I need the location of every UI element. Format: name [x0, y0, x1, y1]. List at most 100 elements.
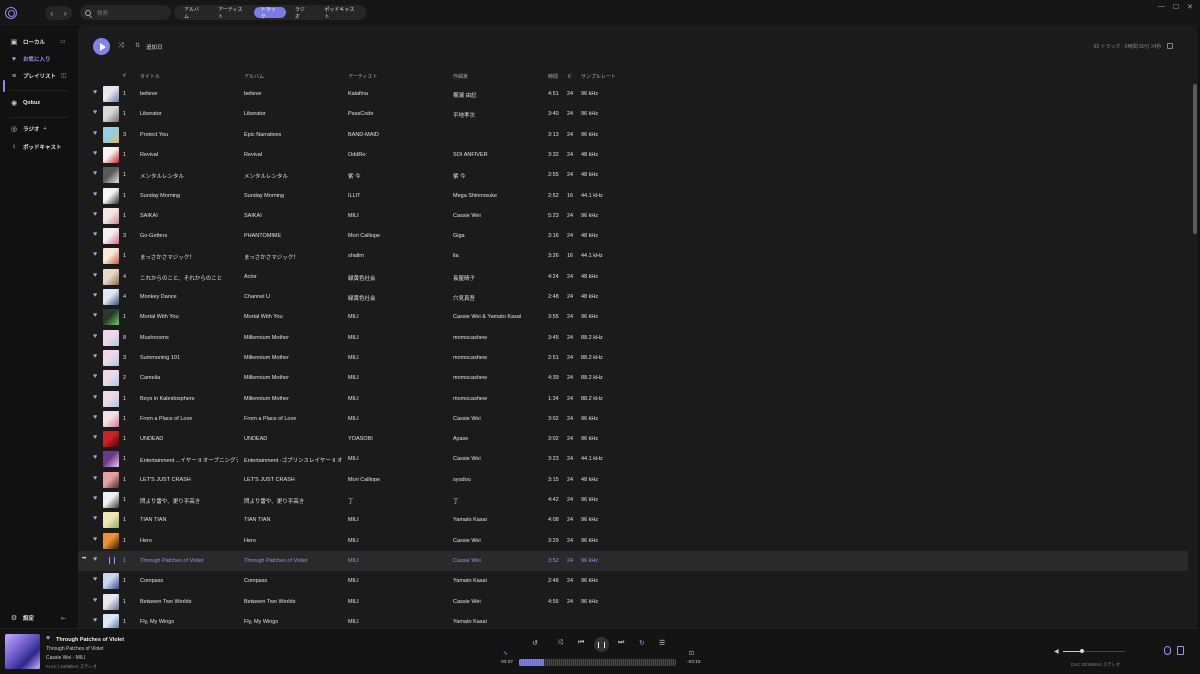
- track-artist[interactable]: MILI: [348, 538, 446, 544]
- favorite-heart-icon[interactable]: [93, 272, 99, 280]
- sidebar-item-playlists[interactable]: ≡ プレイリスト: [10, 72, 56, 81]
- folder-add-icon[interactable]: ▭: [60, 38, 66, 45]
- track-row[interactable]: 1メンタルレンタルメンタルレンタル紫 今紫 今2:552448 kHz: [78, 165, 1188, 185]
- tab-3[interactable]: ラジオ: [288, 7, 316, 20]
- select-icon[interactable]: [1167, 43, 1173, 49]
- tab-2[interactable]: トラック: [253, 7, 286, 20]
- sidebar-item-podcasts[interactable]: ♮ ポッドキャスト: [10, 143, 62, 151]
- output-device-icon[interactable]: [1177, 646, 1184, 655]
- more-options-icon[interactable]: •••: [82, 556, 86, 562]
- close-icon[interactable]: ✕: [1187, 3, 1193, 11]
- track-artist[interactable]: 緑黄色社会: [348, 274, 446, 282]
- next-track-icon[interactable]: ⏭: [618, 639, 624, 647]
- radio-add-icon[interactable]: +: [43, 126, 46, 132]
- track-row[interactable]: 1閃より雷や、更り乎高き閃より雷や、更り乎高き丁丁4:422496 kHz: [78, 490, 1188, 510]
- sort-icon[interactable]: ⇅: [135, 42, 140, 49]
- track-artist[interactable]: Kalafina: [348, 91, 446, 97]
- scrollbar-thumb[interactable]: [1193, 84, 1197, 234]
- lock-icon[interactable]: [1164, 646, 1171, 655]
- favorite-heart-icon[interactable]: [93, 536, 99, 544]
- favorite-heart-icon[interactable]: [93, 353, 99, 361]
- track-artist[interactable]: MILI: [348, 619, 446, 625]
- track-row[interactable]: 4 Monkey Dance Channel U 緑黄色社会 穴見真吾 2:48 24 48 …: [78, 287, 1188, 307]
- previous-track-icon[interactable]: ⏮: [578, 639, 584, 647]
- track-row[interactable]: ••• 1 Through Patches of Violet Through Pat…: [78, 550, 1188, 572]
- favorite-heart-icon[interactable]: [93, 251, 99, 259]
- favorite-heart-icon[interactable]: ♥: [46, 635, 50, 642]
- favorite-heart-icon[interactable]: [93, 109, 99, 117]
- track-album[interactable]: Mortal With You: [244, 314, 342, 320]
- track-album[interactable]: まっさかさマジック！: [244, 253, 342, 261]
- track-row[interactable]: 1 TIAN TIAN TIAN TIAN MILI Yamato Kasai 4:08 2…: [78, 510, 1188, 530]
- favorite-heart-icon[interactable]: [93, 556, 99, 564]
- tab-4[interactable]: ポッドキャスト: [317, 7, 363, 20]
- track-row[interactable]: 1 SAIKAI SAIKAI MILI Cassie Wei 5:23 24 96 kHz: [78, 206, 1188, 226]
- track-row[interactable]: 3 Go-Getters PHANTOMIME Mori Calliope Giga 3:…: [78, 226, 1188, 246]
- track-row[interactable]: 8 Mushrooms Millennium Mother MILI momocashe…: [78, 328, 1188, 348]
- track-row[interactable]: 1 Entertainment ...イヤー II オープニングテーマ- Enter…: [78, 449, 1188, 469]
- track-artist[interactable]: MILI: [348, 558, 446, 564]
- track-artist[interactable]: MILI: [348, 416, 446, 422]
- track-row[interactable]: 1 まっさかさマジック！ まっさかさマジック！ shallm lia 3:26 16 44.1…: [78, 246, 1188, 266]
- track-album[interactable]: Liberator: [244, 111, 342, 117]
- favorite-heart-icon[interactable]: [93, 191, 99, 199]
- col-header-composer[interactable]: 作曲家: [453, 73, 468, 80]
- volume-slider[interactable]: [1063, 649, 1125, 653]
- playlist-add-icon[interactable]: ◫: [61, 72, 67, 79]
- favorite-heart-icon[interactable]: [93, 373, 99, 381]
- maximize-icon[interactable]: ☐: [1173, 3, 1179, 11]
- queue-icon[interactable]: ☰: [659, 639, 665, 647]
- now-playing-artwork[interactable]: [5, 634, 40, 669]
- track-row[interactable]: 1 LET'S JUST CRASH LET'S JUST CRASH Mori Ca…: [78, 470, 1188, 490]
- track-artist[interactable]: PassCode: [348, 111, 446, 117]
- track-row[interactable]: 1 UNDEAD UNDEAD YOASOBI Ayase 3:02 24 96 kHz: [78, 429, 1188, 449]
- track-artist[interactable]: MILI: [348, 314, 446, 320]
- track-artist[interactable]: 丁: [348, 497, 446, 505]
- track-album[interactable]: SAIKAI: [244, 213, 342, 219]
- track-artist[interactable]: ILLIT: [348, 193, 446, 199]
- track-row[interactable]: 1 Revival Revival OddRe: SOI ANFIVER 3:32 24 48…: [78, 145, 1188, 165]
- sidebar-item-settings[interactable]: ⚙ 設定: [10, 614, 34, 622]
- track-album[interactable]: Epic Narratives: [244, 132, 342, 138]
- track-row[interactable]: 3 Protect You Epic Narratives BAND-MAID 3:13…: [78, 125, 1188, 145]
- favorite-heart-icon[interactable]: [93, 617, 99, 625]
- track-album[interactable]: UNDEAD: [244, 436, 342, 442]
- track-album[interactable]: Revival: [244, 152, 342, 158]
- favorite-heart-icon[interactable]: [93, 89, 99, 97]
- now-playing-artist[interactable]: Cassie Wei - MILI: [46, 655, 85, 661]
- track-album[interactable]: Entertainment -ゴブリンスレイヤー II オープ...: [244, 456, 342, 464]
- col-header-artist[interactable]: アーティスト: [348, 73, 377, 80]
- track-album[interactable]: Compass: [244, 578, 342, 584]
- favorite-heart-icon[interactable]: [93, 495, 99, 503]
- repeat-icon[interactable]: ↻: [639, 639, 645, 647]
- sort-label[interactable]: 追加日: [146, 43, 163, 51]
- track-artist[interactable]: shallm: [348, 253, 446, 259]
- track-row[interactable]: 1 Sunday Morning Sunday Morning ILLIT Mega S…: [78, 186, 1188, 206]
- favorite-heart-icon[interactable]: [93, 454, 99, 462]
- track-album[interactable]: Channel U: [244, 294, 342, 300]
- track-row[interactable]: 1 Fly, My Wings Fly, My Wings MILI Yamato Ka…: [78, 612, 1188, 628]
- track-artist[interactable]: OddRe:: [348, 152, 446, 158]
- track-row[interactable]: 1 From a Place of Love From a Place of Lov…: [78, 409, 1188, 429]
- favorite-heart-icon[interactable]: [93, 597, 99, 605]
- track-album[interactable]: Millennium Mother: [244, 355, 342, 361]
- sidebar-item-qobuz[interactable]: ◉ Qobuz: [10, 99, 40, 107]
- track-album[interactable]: Hero: [244, 538, 342, 544]
- track-album[interactable]: Actor: [244, 274, 342, 280]
- track-artist[interactable]: MILI: [348, 396, 446, 402]
- track-album[interactable]: PHANTOMIME: [244, 233, 342, 239]
- track-row[interactable]: 1 Between Two Worlds Between Two Worlds MIL…: [78, 592, 1188, 612]
- track-artist[interactable]: 紫 今: [348, 172, 446, 180]
- waveform-icon[interactable]: ∿: [503, 650, 508, 657]
- forward-icon[interactable]: ›: [64, 9, 67, 18]
- lyrics-icon[interactable]: ⊡: [689, 650, 694, 657]
- sidebar-item-radio[interactable]: ◎ ラジオ +: [10, 125, 47, 133]
- seek-bar[interactable]: [519, 659, 676, 666]
- track-album[interactable]: TIAN TIAN: [244, 517, 342, 523]
- shuffle-icon[interactable]: ⤨: [118, 42, 124, 50]
- sidebar-item-favorites[interactable]: ♥ お気に入り: [10, 55, 51, 64]
- sidebar-item-local[interactable]: ▣ ローカル: [10, 38, 45, 46]
- track-artist[interactable]: MILI: [348, 213, 446, 219]
- favorite-heart-icon[interactable]: [93, 414, 99, 422]
- track-album[interactable]: 閃より雷や、更り乎高き: [244, 497, 342, 505]
